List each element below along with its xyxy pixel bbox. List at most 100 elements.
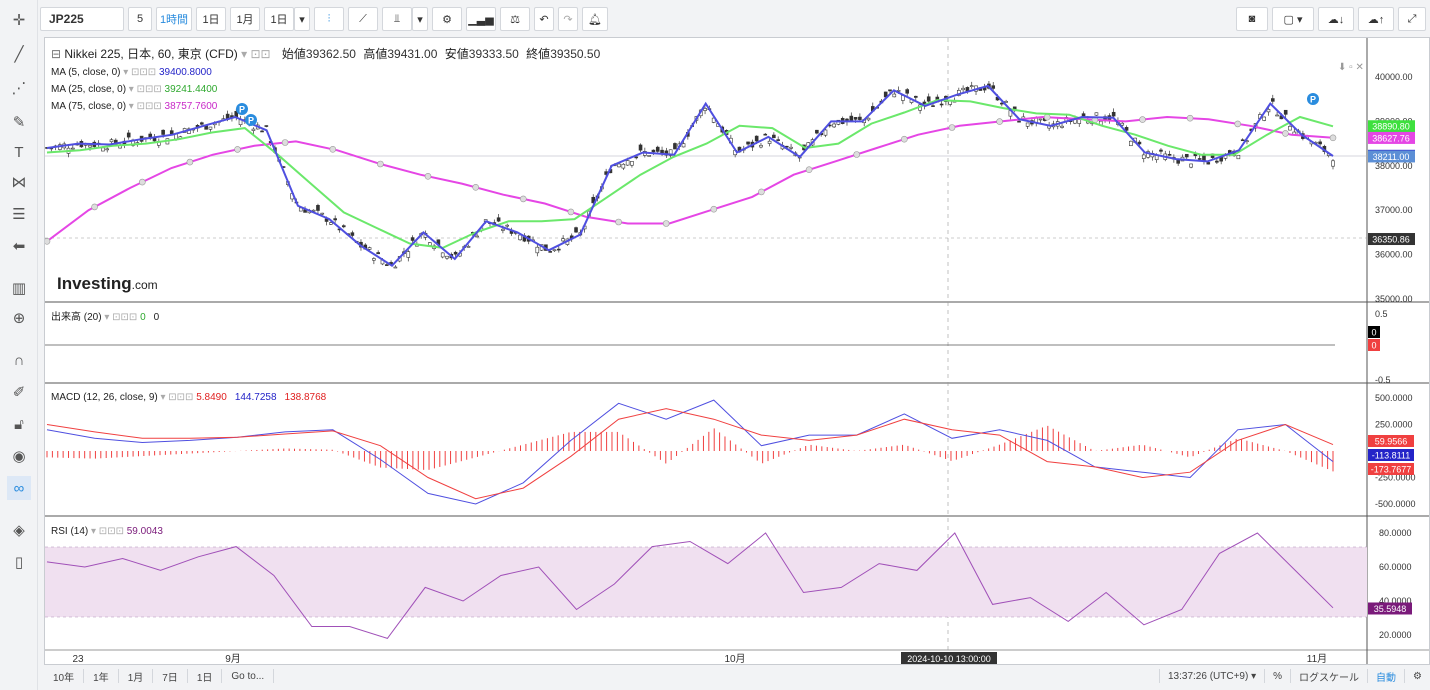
redo-icon[interactable]: ↷ [558, 7, 578, 31]
candle-body [1236, 154, 1241, 160]
candle-body [1025, 122, 1030, 127]
chart-svg[interactable]: Investing.com P P P 40000.0038000.003700… [43, 38, 1429, 665]
price-tags: 38890.8038627.7638224.9038211.0036350.86 [1368, 120, 1415, 246]
price-axis: 40000.0039000.0038000.0037000.0036000.00… [1375, 72, 1413, 304]
pattern-icon[interactable]: ⋈ [7, 170, 31, 194]
goto-button[interactable]: Go to... [222, 669, 275, 683]
svg-text:出来高 (20) ▾ ⊡⊡⊡ 00: 出来高 (20) ▾ ⊡⊡⊡ 00 [51, 310, 160, 323]
ma75-dot [948, 124, 956, 131]
ma75-dot [1282, 130, 1289, 137]
alert-add-icon[interactable]: 🔔︎ [582, 7, 608, 31]
fibonacci-icon[interactable]: ☰ [7, 202, 31, 226]
log-scale-button[interactable]: ログスケール [1290, 669, 1367, 684]
cloud-upload-icon[interactable]: ☁↑ [1358, 7, 1394, 31]
compare-scale-icon[interactable]: ⚖ [500, 7, 530, 31]
drawing-toolbar: ✛ ╱ ⋰ ✎ T ⋈ ☰ ⬅ ▥ ⊕ ∩ ✐ 🔓︎ ◉ ∞ ◈ ▯ [0, 0, 38, 690]
candle-body [638, 144, 643, 151]
range-10y-button[interactable]: 10年 [44, 669, 85, 684]
magnet-icon[interactable]: ∩ [7, 348, 31, 372]
symbol-input[interactable]: JP225 [40, 7, 124, 31]
rsi-tag-label: 35.5948 [1374, 604, 1407, 614]
volume-tag-label: 0 [1371, 341, 1376, 351]
measure-icon[interactable]: ▥ [7, 276, 31, 300]
lock-drawing-icon[interactable]: ✐ [7, 380, 31, 404]
candle-body [1275, 114, 1279, 117]
interval-1m-button[interactable]: 1月 [230, 7, 260, 31]
candle-body [914, 95, 918, 98]
candle-body [126, 132, 131, 138]
crosshair-icon[interactable]: ✛ [7, 8, 31, 32]
auto-scale-button[interactable]: 自動 [1367, 669, 1404, 684]
interval-1d-2-button[interactable]: 1日 [264, 7, 294, 31]
candle-body [853, 117, 858, 120]
indicators-icon[interactable]: ⫫ [382, 7, 412, 31]
candles-icon[interactable]: ⫶ [314, 7, 344, 31]
range-1d-button[interactable]: 1日 [188, 669, 223, 684]
candle-body [208, 126, 213, 130]
undo-icon[interactable]: ↶ [534, 7, 554, 31]
candle-body [440, 252, 445, 258]
clock-label[interactable]: 13:37:26 (UTC+9) ▾ [1158, 669, 1264, 683]
interval-1h-button[interactable]: 1時間 [156, 7, 192, 31]
price-tick-label: 36000.00 [1375, 250, 1413, 260]
color-picker-icon[interactable]: ▢ ▾ [1272, 7, 1314, 31]
eye-icon[interactable]: ◉ [7, 444, 31, 468]
range-1y-button[interactable]: 1年 [84, 669, 119, 684]
price-tick-label: 37000.00 [1375, 205, 1413, 215]
candle-body [1318, 141, 1322, 145]
candle-body [754, 135, 759, 142]
camera-icon[interactable]: ◙ [1236, 7, 1268, 31]
candle-body [105, 148, 110, 151]
candle-body [1094, 112, 1099, 116]
time-tick-label: 23 [72, 654, 84, 664]
interval-1d-button[interactable]: 1日 [196, 7, 226, 31]
ma75-dot [615, 218, 622, 226]
price-tick-label: 35000.00 [1375, 294, 1413, 304]
chart-settings-gear-icon[interactable]: ⚙ [1404, 669, 1430, 683]
interval-input[interactable]: 5 [128, 7, 152, 31]
fullscreen-icon[interactable]: ⤢ [1398, 7, 1426, 31]
top-toolbar: JP225 5 1時間 1日 1月 1日 ▾ ⫶ ⟋ ⫫ ▾ ⚙ ▁▃▅ ⚖ ↶… [40, 4, 1430, 34]
bottom-toolbar: 10年 1年 1月 7日 1日 Go to... 13:37:26 (UTC+9… [44, 666, 1430, 686]
zoom-icon[interactable]: ⊕ [7, 306, 31, 330]
unlock-icon[interactable]: 🔓︎ [7, 412, 31, 436]
percent-button[interactable]: % [1264, 669, 1290, 683]
ma75-dot [996, 118, 1003, 125]
multiline-icon[interactable]: ⋰ [7, 76, 31, 100]
candle-body [1129, 140, 1133, 147]
text-icon[interactable]: T [7, 140, 31, 164]
candle-body [772, 134, 776, 139]
signal-line [46, 408, 1334, 500]
range-1m-button[interactable]: 1月 [119, 669, 154, 684]
candle-body [200, 122, 204, 125]
time-tick-label: 9月 [225, 653, 241, 664]
candle-body [892, 93, 897, 98]
arrow-left-icon[interactable]: ⬅ [7, 234, 31, 258]
cloud-download-icon[interactable]: ☁↓ [1318, 7, 1354, 31]
candle-body [505, 224, 510, 227]
trash-icon[interactable]: ▯ [7, 550, 31, 574]
price-tag-label: 38627.76 [1372, 133, 1410, 143]
trendline-icon[interactable]: ╱ [7, 42, 31, 66]
candle-body [1004, 101, 1008, 103]
line-chart-icon[interactable]: ⟋ [348, 7, 378, 31]
candle-body [617, 163, 621, 168]
pane-controls-icon[interactable]: ⬇ ▫ ✕ [1338, 62, 1364, 73]
settings-gear-icon[interactable]: ⚙ [432, 7, 462, 31]
candle-body [1331, 160, 1335, 167]
chart-type-dropdown-icon[interactable]: ▾ [412, 7, 428, 31]
ma75-dot [567, 208, 575, 216]
range-7d-button[interactable]: 7日 [153, 669, 188, 684]
brush-icon[interactable]: ✎ [7, 110, 31, 134]
link-icon[interactable]: ∞ [7, 476, 31, 500]
candle-body [453, 251, 458, 255]
layers-icon[interactable]: ◈ [7, 518, 31, 542]
interval-dropdown-icon[interactable]: ▾ [294, 7, 310, 31]
time-axis: 23 9月 10月 11月 [72, 653, 1327, 665]
candle-body [823, 129, 828, 136]
bar-chart-icon[interactable]: ▁▃▅ [466, 7, 496, 31]
chart-area[interactable]: Investing.com P P P 40000.00 38000.00 37… [43, 37, 1430, 665]
ma75-dot [43, 238, 51, 245]
candle-body [1189, 163, 1193, 168]
candle-body [1060, 125, 1064, 128]
